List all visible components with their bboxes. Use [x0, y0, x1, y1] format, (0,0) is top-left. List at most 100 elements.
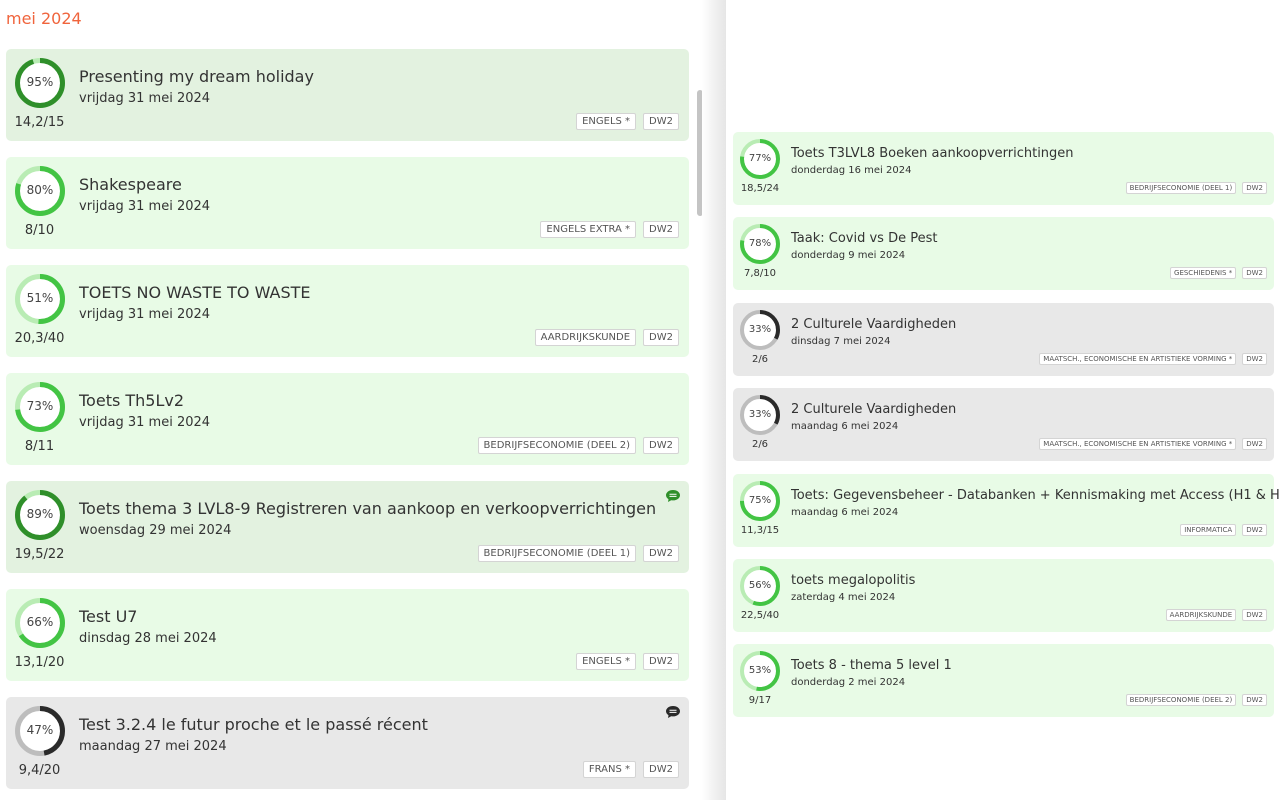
grade-title: Test U7 — [79, 607, 138, 626]
subject-tag: ENGELS * — [576, 113, 637, 130]
grade-title: Toets 8 - thema 5 level 1 — [791, 658, 952, 674]
grade-score: 22,5/40 — [740, 609, 780, 621]
grade-title: TOETS NO WASTE TO WASTE — [79, 283, 311, 302]
grade-card[interactable]: 78% Taak: Covid vs De Pest donderdag 9 mei… — [733, 217, 1274, 291]
class-tag: DW2 — [643, 761, 679, 778]
score-percent: 47% — [26, 723, 54, 737]
score-percent: 77% — [748, 153, 772, 164]
grade-title: toets megalopolitis — [791, 572, 916, 588]
class-tag: DW2 — [643, 653, 679, 670]
class-tag: DW2 — [1242, 694, 1267, 707]
subject-tag: BEDRIJFSECONOMIE (DEEL 1) — [1125, 182, 1237, 194]
comment-icon[interactable] — [665, 489, 681, 503]
subject-tag: BEDRIJFSECONOMIE (DEEL 2) — [1125, 694, 1237, 707]
grade-date: donderdag 2 mei 2024 — [791, 677, 906, 689]
grade-tags: FRANS * DW2 — [582, 761, 679, 778]
class-tag: DW2 — [643, 221, 679, 238]
grade-card[interactable]: 33% 2 Culturele Vaardigheden maandag 6 mei… — [733, 388, 1274, 462]
grade-card[interactable]: 75% Toets: Gegevensbeheer - Databanken + … — [733, 473, 1280, 547]
grade-tags: GESCHIEDENIS * DW2 — [1170, 267, 1267, 280]
subject-tag: AARDRIJKSKUNDE — [534, 329, 637, 346]
subject-tag: INFORMATICA — [1180, 523, 1237, 536]
grade-title: Presenting my dream holiday — [79, 67, 314, 86]
grade-score: 19,5/22 — [14, 547, 65, 562]
grade-score: 11,3/15 — [740, 524, 780, 536]
score-percent: 78% — [748, 238, 772, 250]
subject-tag: BEDRIJFSECONOMIE (DEEL 2) — [477, 437, 637, 454]
grade-tags: ENGELS * DW2 — [576, 113, 679, 130]
grade-tags: BEDRIJFSECONOMIE (DEEL 1) DW2 — [1125, 182, 1267, 194]
grade-date: dinsdag 28 mei 2024 — [79, 631, 217, 646]
grades-list-pane: mei 2024 95% Presenting my dream holiday v… — [0, 0, 702, 800]
subject-tag: FRANS * — [582, 761, 637, 778]
grade-date: maandag 6 mei 2024 — [791, 506, 899, 518]
score-percent: 66% — [26, 615, 54, 629]
earlier-grades-list: 77% Toets T3LVL8 Boeken aankoopverrichtin… — [733, 132, 1280, 730]
score-percent: 73% — [26, 399, 54, 413]
grade-date: woensdag 29 mei 2024 — [79, 523, 232, 538]
grade-card[interactable]: 89% Toets thema 3 LVL8-9 Registreren van … — [6, 481, 689, 573]
score-percent: 51% — [26, 291, 54, 305]
grade-score: 2/6 — [751, 353, 769, 365]
subject-tag: ENGELS * — [576, 653, 637, 670]
grade-title: Toets T3LVL8 Boeken aankoopverrichtingen — [791, 146, 1074, 161]
grade-card[interactable]: 56% toets megalopolitis zaterdag 4 mei 202… — [733, 558, 1274, 632]
grade-card[interactable]: 95% Presenting my dream holiday vrijdag 31… — [6, 49, 689, 141]
pane-divider — [702, 0, 726, 800]
grade-date: donderdag 16 mei 2024 — [791, 165, 912, 176]
grades-list: 95% Presenting my dream holiday vrijdag 31… — [6, 49, 689, 800]
class-tag: DW2 — [1242, 523, 1267, 536]
score-percent: 33% — [748, 323, 772, 335]
grade-tags: AARDRIJKSKUNDE DW2 — [534, 329, 679, 346]
grade-card[interactable]: 53% Toets 8 - thema 5 level 1 donderdag 2 … — [733, 644, 1274, 718]
subject-tag: MAATSCH., ECONOMISCHE EN ARTISTIEKE VORM… — [1039, 438, 1237, 451]
class-tag: DW2 — [643, 437, 679, 454]
grade-score: 20,3/40 — [14, 331, 65, 346]
grade-score: 7,8/10 — [744, 268, 776, 280]
grade-score: 9/17 — [748, 695, 772, 707]
grade-card[interactable]: 66% Test U7 dinsdag 28 mei 2024 13,1/20 ENGE… — [6, 589, 689, 681]
grade-tags: BEDRIJFSECONOMIE (DEEL 1) DW2 — [477, 545, 679, 562]
class-tag: DW2 — [643, 329, 679, 346]
grade-date: maandag 27 mei 2024 — [79, 739, 227, 754]
score-percent: 95% — [26, 75, 54, 89]
grade-date: vrijdag 31 mei 2024 — [79, 307, 211, 322]
grade-title: Toets thema 3 LVL8-9 Registreren van aan… — [79, 499, 657, 518]
grade-card[interactable]: 47% Test 3.2.4 le futur proche et le pass… — [6, 697, 689, 789]
grade-score: 14,2/15 — [14, 115, 65, 130]
grade-date: zaterdag 4 mei 2024 — [791, 591, 896, 603]
subject-tag: BEDRIJFSECONOMIE (DEEL 1) — [477, 545, 637, 562]
class-tag: DW2 — [1242, 267, 1267, 280]
grade-card[interactable]: 51% TOETS NO WASTE TO WASTE vrijdag 31 mei… — [6, 265, 689, 357]
grade-date: dinsdag 7 mei 2024 — [791, 335, 891, 347]
grade-score: 8/11 — [24, 439, 55, 454]
comment-icon[interactable] — [665, 705, 681, 719]
grade-tags: MAATSCH., ECONOMISCHE EN ARTISTIEKE VORM… — [1039, 352, 1267, 365]
grade-card[interactable]: 73% Toets Th5Lv2 vrijdag 31 mei 2024 8/11 BE… — [6, 373, 689, 465]
grade-date: vrijdag 31 mei 2024 — [79, 415, 211, 430]
subject-tag: ENGELS EXTRA * — [540, 221, 637, 238]
grade-title: Taak: Covid vs De Pest — [791, 231, 938, 247]
grade-title: 2 Culturele Vaardigheden — [791, 316, 957, 332]
subject-tag: MAATSCH., ECONOMISCHE EN ARTISTIEKE VORM… — [1039, 352, 1237, 365]
grade-date: vrijdag 31 mei 2024 — [79, 199, 211, 214]
score-percent: 75% — [748, 494, 772, 506]
grade-card[interactable]: 80% Shakespeare vrijdag 31 mei 2024 8/10 ENG… — [6, 157, 689, 249]
grade-tags: AARDRIJKSKUNDE DW2 — [1165, 608, 1267, 621]
class-tag: DW2 — [1242, 352, 1267, 365]
subject-tag: GESCHIEDENIS * — [1170, 267, 1237, 280]
score-percent: 53% — [748, 665, 772, 677]
grade-score: 13,1/20 — [14, 655, 65, 670]
grade-tags: BEDRIJFSECONOMIE (DEEL 2) DW2 — [1125, 694, 1267, 707]
grade-title: Toets: Gegevensbeheer - Databanken + Ken… — [791, 487, 1280, 503]
grade-title: Shakespeare — [79, 175, 182, 194]
score-percent: 56% — [748, 579, 772, 591]
grade-card[interactable]: 77% Toets T3LVL8 Boeken aankoopverrichtin… — [733, 132, 1274, 205]
subject-tag: AARDRIJKSKUNDE — [1165, 608, 1237, 621]
grade-tags: MAATSCH., ECONOMISCHE EN ARTISTIEKE VORM… — [1039, 438, 1267, 451]
grade-card[interactable]: 33% 2 Culturele Vaardigheden dinsdag 7 mei… — [733, 302, 1274, 376]
class-tag: DW2 — [1242, 438, 1267, 451]
month-header: mei 2024 — [6, 9, 82, 28]
class-tag: DW2 — [1242, 182, 1267, 194]
grade-score: 18,5/24 — [740, 183, 780, 194]
